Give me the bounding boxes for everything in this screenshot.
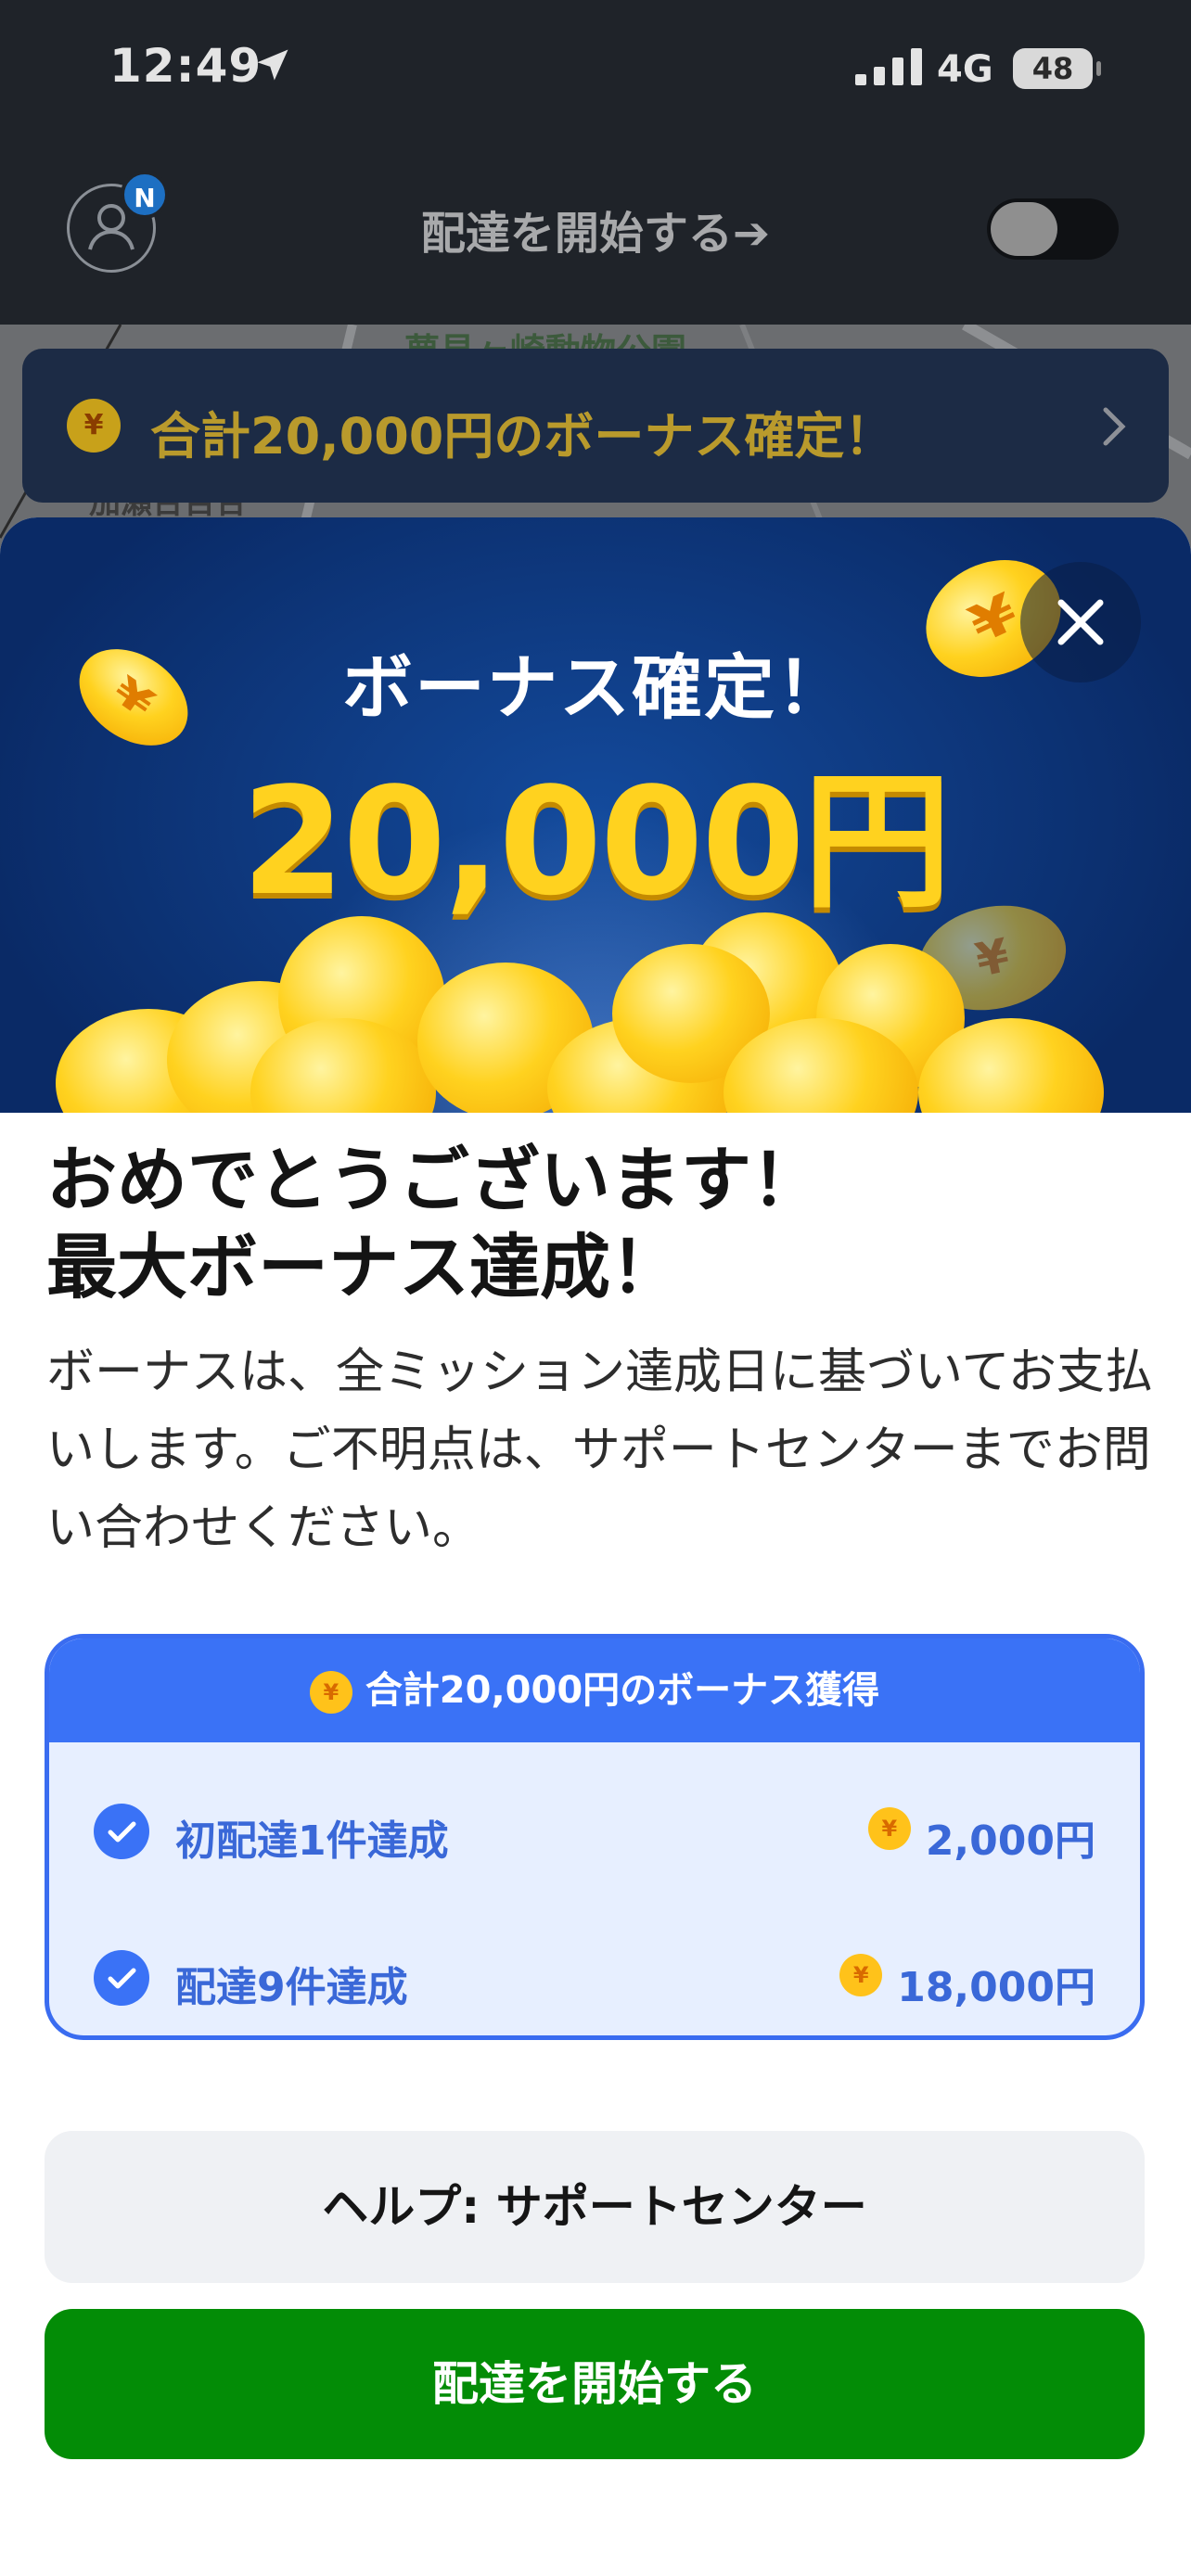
bonus-row-label: 配達9件達成: [175, 1964, 408, 2011]
congrats-heading: おめでとうございます！ 最大ボーナス達成！: [46, 1137, 822, 1311]
status-time: 12:49: [109, 39, 263, 93]
yen-coin-icon: ¥: [867, 1807, 911, 1850]
cellular-signal-icon: [855, 48, 922, 85]
bonus-summary-card: ¥ 合計20,000円のボーナス獲得 初配達1件達成 ¥2,000円 配達9件達成…: [45, 1634, 1145, 2040]
network-type: 4G: [937, 48, 993, 91]
bonus-banner[interactable]: ¥ 合計20,000円のボーナス確定！: [22, 349, 1169, 503]
bonus-row: 配達9件達成 ¥18,000円: [49, 1922, 1140, 2034]
yen-coin-icon: ¥: [839, 1954, 883, 1996]
chevron-right-icon: [1103, 407, 1126, 446]
bonus-hero: ¥ ¥ ¥ ボーナス確定！ 20,000円: [0, 517, 1191, 1113]
check-circle-icon: [94, 1804, 149, 1859]
congrats-line-2: 最大ボーナス達成！: [46, 1226, 681, 1308]
top-bar: N 配達を開始する➔: [0, 139, 1191, 325]
bonus-banner-text: 合計20,000円のボーナス確定！: [150, 407, 895, 465]
help-support-button[interactable]: ヘルプ: サポートセンター: [45, 2131, 1145, 2283]
status-bar: 12:49 4G 48: [0, 0, 1191, 139]
bonus-row-amount-text: 2,000円: [925, 1817, 1095, 1865]
bonus-row-label: 初配達1件達成: [175, 1817, 449, 1865]
hero-title: ボーナス確定！: [342, 646, 849, 729]
location-arrow-icon: [257, 49, 288, 81]
start-delivery-button[interactable]: 配達を開始する: [45, 2309, 1145, 2459]
yen-coin-icon: ¥: [67, 399, 121, 453]
bonus-row-amount: ¥2,000円: [867, 1807, 1095, 1867]
bonus-row-amount-text: 18,000円: [897, 1964, 1095, 2011]
check-circle-icon: [94, 1950, 149, 2006]
coin-pile: [0, 907, 1191, 1113]
bonus-row-amount: ¥18,000円: [839, 1954, 1095, 2013]
close-button[interactable]: [1020, 562, 1141, 682]
battery-tip: [1096, 61, 1101, 76]
battery-icon: 48: [1013, 48, 1093, 89]
online-toggle[interactable]: [987, 198, 1119, 260]
yen-coin-icon: ¥: [309, 1671, 352, 1714]
bonus-modal-sheet: ¥ ¥ ¥ ボーナス確定！ 20,000円 おめでとうございます！ 最大ボーナス…: [0, 517, 1191, 2576]
bonus-card-header-text: 合計20,000円のボーナス獲得: [365, 1669, 880, 1712]
bonus-card-header: ¥ 合計20,000円のボーナス獲得: [49, 1639, 1140, 1742]
close-icon: [1057, 599, 1104, 645]
toggle-knob: [991, 202, 1057, 256]
bonus-row: 初配達1件達成 ¥2,000円: [49, 1776, 1140, 1887]
congrats-line-1: おめでとうございます！: [46, 1139, 822, 1221]
hero-amount: 20,000円: [241, 755, 951, 928]
bonus-description: ボーナスは、全ミッション達成日に基づいてお支払いします。ご不明点は、サポートセン…: [46, 1345, 1153, 1556]
